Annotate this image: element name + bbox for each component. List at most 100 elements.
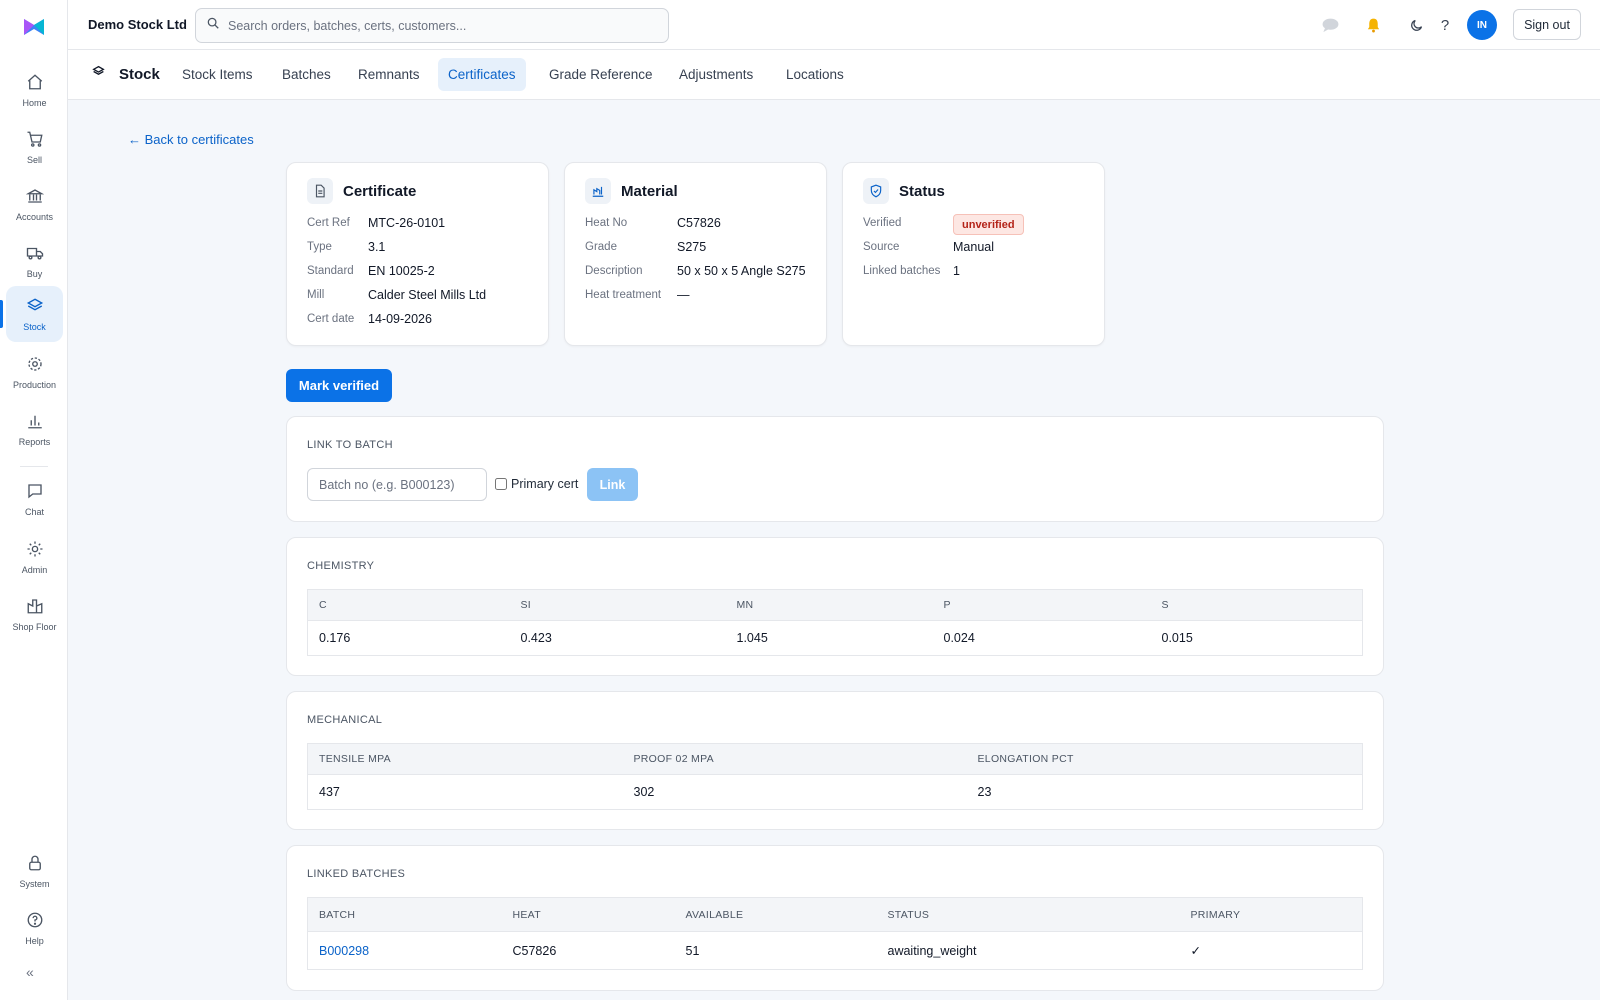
dark-mode-moon-icon[interactable] — [1406, 15, 1426, 35]
sidebar-item-home[interactable]: Home — [6, 62, 63, 118]
cert-date-value: 14-09-2026 — [368, 312, 432, 326]
primary-cert-label: Primary cert — [511, 477, 579, 491]
batch-number-input[interactable] — [307, 468, 487, 501]
search-icon — [206, 16, 220, 35]
table-row: B000298 C57826 51 awaiting_weight ✓ — [308, 932, 1363, 970]
table-cell: B000298 — [308, 932, 502, 970]
sidebar-item-stock[interactable]: Stock — [6, 286, 63, 342]
certificate-card: Certificate Cert Ref MTC-26-0101 Type 3.… — [286, 162, 549, 346]
table-cell: 302 — [633, 785, 655, 799]
home-icon — [25, 72, 45, 92]
field-label: Verified — [863, 217, 902, 229]
help-icon — [25, 910, 45, 930]
section-title: Stock — [119, 65, 160, 83]
source-value: Manual — [953, 240, 994, 254]
app-logo[interactable] — [22, 16, 46, 38]
tab-certificates[interactable]: Certificates — [438, 58, 526, 91]
bank-icon — [25, 186, 45, 206]
column-header: PROOF 02 MPA — [622, 743, 967, 775]
table-cell: 1.045 — [736, 631, 768, 645]
primary-check-icon: ✓ — [1190, 944, 1201, 958]
sidebar-divider — [20, 466, 48, 467]
shield-check-icon — [863, 178, 889, 204]
grade-value: S275 — [677, 240, 707, 254]
back-to-certificates-link[interactable]: ← Back to certificates — [128, 132, 254, 147]
column-header: STATUS — [876, 897, 1180, 932]
table-header-row: TENSILE MPA PROOF 02 MPA ELONGATION PCT — [307, 743, 1363, 775]
factory-chart-icon — [585, 178, 611, 204]
user-avatar[interactable]: IN — [1467, 10, 1497, 40]
bar-chart-icon — [25, 411, 45, 431]
mechanical-panel: MECHANICAL TENSILE MPA PROOF 02 MPA ELON… — [286, 691, 1384, 830]
field-label: Standard — [307, 265, 354, 277]
messages-icon[interactable] — [1320, 15, 1340, 35]
column-header: AVAILABLE — [674, 897, 877, 932]
sidebar-item-label: Accounts — [15, 212, 54, 222]
description-value: 50 x 50 x 5 Angle S275 — [677, 264, 806, 278]
sidebar-item-label: Shop Floor — [12, 622, 57, 632]
tab-batches[interactable]: Batches — [272, 58, 341, 91]
notifications-bell-icon[interactable] — [1363, 15, 1383, 35]
sidebar-item-label: Help — [25, 936, 44, 946]
lock-icon — [25, 853, 45, 873]
batch-link[interactable]: B000298 — [319, 944, 369, 958]
link-batch-button[interactable]: Link — [587, 468, 638, 501]
sidebar-item-help[interactable]: Help — [6, 900, 63, 956]
card-title: Certificate — [343, 182, 417, 200]
column-header: P — [932, 589, 1151, 621]
help-question-icon[interactable]: ? — [1435, 15, 1455, 35]
cert-mill-value: Calder Steel Mills Ltd — [368, 288, 487, 302]
tab-grade-reference[interactable]: Grade Reference — [539, 58, 663, 91]
tab-adjustments[interactable]: Adjustments — [669, 58, 763, 91]
table-header-row: C SI MN P S — [307, 589, 1363, 621]
sidebar-item-label: Sell — [26, 155, 42, 165]
verification-status-badge: unverified — [953, 214, 1024, 235]
table-cell: 51 — [685, 943, 700, 958]
sign-out-button[interactable]: Sign out — [1513, 9, 1581, 40]
sidebar-item-sell[interactable]: Sell — [6, 119, 63, 175]
global-search[interactable] — [195, 8, 669, 43]
panel-title: LINKED BATCHES — [307, 868, 406, 880]
heat-no-value: C57826 — [677, 216, 721, 230]
sidebar-item-system[interactable]: System — [6, 843, 63, 899]
sidebar-item-reports[interactable]: Reports — [6, 401, 63, 457]
panel-title: LINK TO BATCH — [307, 439, 393, 451]
table-cell: awaiting_weight — [887, 943, 977, 958]
column-header: BATCH — [307, 897, 502, 932]
layers-icon — [92, 65, 105, 83]
linked-batches-panel: LINKED BATCHES BATCH HEAT AVAILABLE STAT… — [286, 845, 1384, 991]
sidebar-item-label: Buy — [26, 269, 43, 279]
panel-title: CHEMISTRY — [307, 560, 375, 572]
search-input[interactable] — [228, 18, 648, 33]
table-cell: 0.176 — [319, 631, 351, 645]
sidebar-item-label: Admin — [21, 565, 48, 575]
sidebar-item-admin[interactable]: Admin — [6, 529, 63, 585]
cert-type-value: 3.1 — [368, 240, 386, 254]
collapse-sidebar-button[interactable]: « — [26, 964, 34, 980]
column-header: S — [1150, 589, 1363, 621]
gear-icon — [25, 354, 45, 374]
tab-remnants[interactable]: Remnants — [348, 58, 430, 91]
tab-stock-items[interactable]: Stock Items — [172, 58, 263, 91]
mark-verified-button[interactable]: Mark verified — [286, 369, 392, 402]
sun-gear-icon — [25, 539, 45, 559]
card-title: Material — [621, 182, 678, 200]
cert-ref-value: MTC-26-0101 — [368, 216, 446, 230]
sidebar-item-shop-floor[interactable]: Shop Floor — [6, 586, 63, 642]
factory-icon — [25, 596, 45, 616]
sidebar-item-label: Home — [22, 98, 47, 108]
table-row: 0.176 0.423 1.045 0.024 0.015 — [308, 621, 1363, 656]
primary-cert-checkbox-label[interactable]: Primary cert — [495, 477, 578, 491]
primary-cert-checkbox[interactable] — [495, 478, 507, 490]
sidebar-item-label: Reports — [18, 437, 51, 447]
sidebar-item-chat[interactable]: Chat — [6, 471, 63, 527]
section-header: Stock — [92, 65, 160, 83]
document-icon — [307, 178, 333, 204]
linked-batches-table: BATCH HEAT AVAILABLE STATUS PRIMARY B000… — [307, 897, 1363, 970]
column-header: HEAT — [501, 897, 675, 932]
sidebar-item-accounts[interactable]: Accounts — [6, 176, 63, 232]
sidebar-item-buy[interactable]: Buy — [6, 233, 63, 289]
sidebar-item-production[interactable]: Production — [6, 344, 63, 400]
tab-locations[interactable]: Locations — [776, 58, 854, 91]
field-label: Description — [585, 265, 643, 277]
